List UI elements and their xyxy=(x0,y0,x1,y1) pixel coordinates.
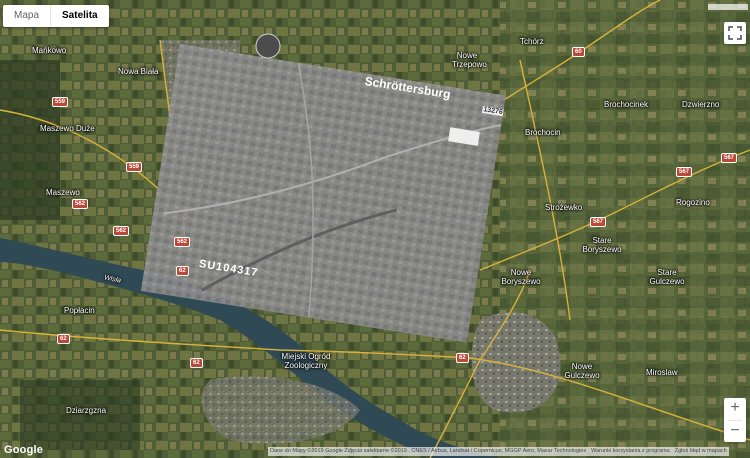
place-label: Strożewko xyxy=(545,203,583,212)
overlay-mark xyxy=(255,33,281,59)
place-label: Nowe Gulczewo xyxy=(564,362,600,380)
road-number-badge: 567 xyxy=(721,153,738,163)
place-label: Popłacin xyxy=(64,306,95,315)
road-number-badge: 62 xyxy=(190,358,203,368)
road-number-badge: 562 xyxy=(113,226,130,236)
terms-link[interactable]: Warunki korzystania z programu xyxy=(591,447,670,456)
road-number-badge: 567 xyxy=(590,217,607,227)
zoom-in-button[interactable]: + xyxy=(724,398,746,420)
place-label: Brochocin xyxy=(525,128,561,137)
report-error-link[interactable]: Zgłoś błąd w mapach xyxy=(675,447,727,456)
attribution-text: Dane do Mapy ©2019 Google Zdjęcia sateli… xyxy=(270,448,587,454)
road-number-badge: 562 xyxy=(72,199,89,209)
place-label: Mańkowo xyxy=(32,46,67,55)
scale-bar xyxy=(708,4,748,10)
zoom-control: + − xyxy=(724,398,746,442)
place-label: Stare Gulczewo xyxy=(649,268,685,286)
place-label: Miejski Ogród Zoologiczny xyxy=(281,352,331,370)
place-label: Brochocinek xyxy=(604,100,649,109)
place-label: Dziarzgzna xyxy=(66,406,107,415)
place-label: Miroslaw xyxy=(646,368,678,377)
road-number-badge: 62 xyxy=(456,353,469,363)
map-footer: Dane do Mapy ©2019 Google Zdjęcia sateli… xyxy=(268,447,729,456)
place-label: Maszewo Duże xyxy=(40,124,95,133)
place-label: Tchórz xyxy=(520,37,544,46)
place-label: Stare Boryszewo xyxy=(582,236,622,254)
place-label: Nowe Trzepowo xyxy=(452,51,487,69)
road-number-badge: 60 xyxy=(572,47,585,57)
road-number-badge: 62 xyxy=(57,334,70,344)
road-number-badge: 562 xyxy=(174,237,191,247)
map-type-control: Mapa Satelita xyxy=(3,5,109,27)
map-type-satellite-button[interactable]: Satelita xyxy=(51,5,109,27)
fullscreen-button[interactable] xyxy=(724,22,746,44)
road-number-badge: 567 xyxy=(676,167,693,177)
road-number-badge: 559 xyxy=(52,97,69,107)
road-number-badge: 62 xyxy=(176,266,189,276)
road-number-badge: 559 xyxy=(126,162,143,172)
place-label: Nowe Boryszewo xyxy=(501,268,541,286)
zoom-out-button[interactable]: − xyxy=(724,421,746,443)
place-label: Rogozino xyxy=(676,198,710,207)
forest-sw xyxy=(20,380,140,450)
place-label: Nowa Biała xyxy=(118,67,159,76)
urban-wloclawek xyxy=(471,312,561,413)
google-logo: Google xyxy=(4,444,44,456)
map-type-map-button[interactable]: Mapa xyxy=(3,5,52,27)
place-label: Dzwierzno xyxy=(682,100,720,109)
fullscreen-icon xyxy=(728,26,742,40)
place-label: Maszewo xyxy=(46,188,80,197)
